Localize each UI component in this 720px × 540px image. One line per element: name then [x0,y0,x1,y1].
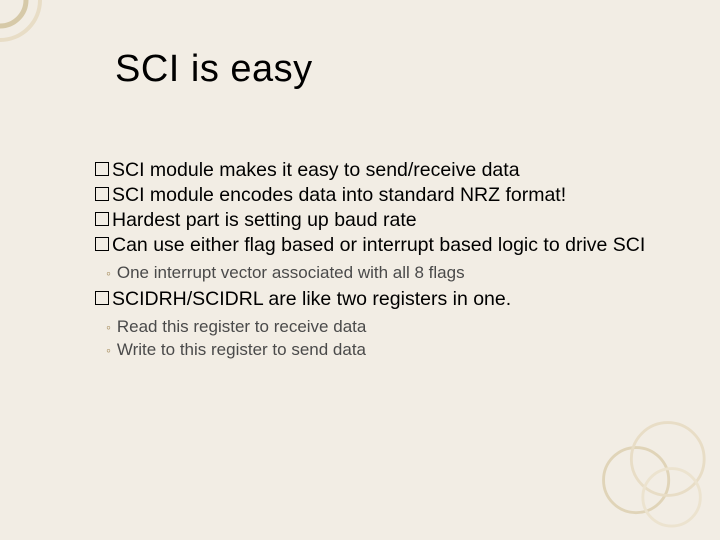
checkbox-icon [95,162,109,176]
slide: SCI is easy SCI module makes it easy to … [0,0,720,540]
bullet-text: SCIDRH/SCIDRL are like two registers in … [112,288,511,310]
sub-list: ◦ One interrupt vector associated with a… [95,262,660,285]
sub-text: Write to this register to send data [117,340,366,359]
sub-text: Read this register to receive data [117,317,366,336]
bullet-item: SCIDRH/SCIDRL are like two registers in … [95,287,660,312]
rings-decoration [593,413,708,528]
ring-bullet-icon: ◦ [106,342,117,358]
bullet-text: Can use either flag based or interrupt b… [112,234,645,256]
ring-bullet-icon: ◦ [106,319,117,335]
sub-text: One interrupt vector associated with all… [117,263,465,282]
checkbox-icon [95,212,109,226]
sub-item: ◦ Read this register to receive data [95,316,660,339]
bullet-item: Can use either flag based or interrupt b… [95,233,660,258]
checkbox-icon [95,237,109,251]
bullet-text: SCI module makes it easy to send/receive… [112,159,520,181]
bullet-item: SCI module makes it easy to send/receive… [95,158,660,183]
bullet-text: Hardest part is setting up baud rate [112,209,417,231]
sub-item: ◦ One interrupt vector associated with a… [95,262,660,285]
bullet-item: SCI module encodes data into standard NR… [95,183,660,208]
bullet-item: Hardest part is setting up baud rate [95,208,660,233]
sub-list: ◦ Read this register to receive data ◦ W… [95,316,660,362]
ring-bullet-icon: ◦ [106,265,117,281]
corner-decoration [0,0,60,50]
slide-body: SCI module makes it easy to send/receive… [95,158,660,364]
slide-title: SCI is easy [115,48,313,91]
checkbox-icon [95,187,109,201]
sub-item: ◦ Write to this register to send data [95,339,660,362]
bullet-text: SCI module encodes data into standard NR… [112,184,566,206]
checkbox-icon [95,291,109,305]
